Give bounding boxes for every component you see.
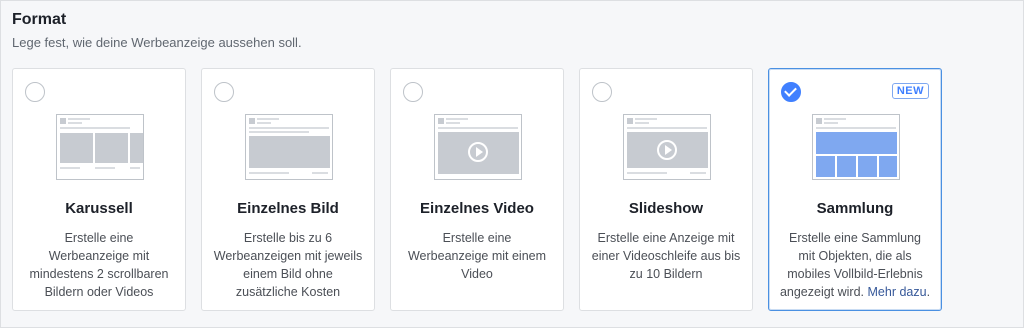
format-card-einzelnes-video[interactable]: Einzelnes Video Erstelle eine Werbeanzei… [390, 68, 564, 311]
new-badge: NEW [891, 83, 929, 99]
section-subtitle: Lege fest, wie deine Werbeanzeige ausseh… [12, 35, 302, 50]
format-card-einzelnes-bild[interactable]: Einzelnes Bild Erstelle bis zu 6 Werbean… [201, 68, 375, 311]
card-title: Karussell [65, 200, 133, 217]
card-description: Erstelle eine Werbeanzeige mit mindesten… [29, 231, 169, 299]
carousel-preview-icon [56, 114, 144, 180]
card-title: Einzelnes Bild [237, 200, 339, 217]
card-description: Erstelle bis zu 6 Werbeanzeigen mit jewe… [213, 231, 363, 299]
section-title: Format [12, 11, 67, 28]
card-description: Erstelle eine Anzeige mit einer Videosch… [591, 231, 741, 281]
radio-button[interactable] [214, 82, 234, 102]
video-preview-icon [434, 114, 522, 180]
format-options: Karussell Erstelle eine Werbeanzeige mit… [12, 68, 942, 311]
collection-preview-icon [812, 114, 900, 180]
play-icon [468, 142, 488, 162]
radio-button[interactable] [25, 82, 45, 102]
radio-button[interactable] [592, 82, 612, 102]
card-title: Einzelnes Video [420, 200, 534, 217]
card-title: Slideshow [628, 200, 704, 217]
image-preview-icon [245, 114, 333, 180]
card-description: Erstelle eine Sammlung mit Objekten, die… [779, 229, 931, 301]
format-card-sammlung[interactable]: NEW Sammlung Erstelle eine Sammlung mit … [768, 68, 942, 311]
card-description: Erstelle eine Werbeanzeige mit einem Vid… [407, 231, 547, 281]
learn-more-link[interactable]: Mehr dazu [868, 285, 927, 299]
link-suffix: . [926, 285, 931, 299]
play-icon [657, 140, 677, 160]
slideshow-preview-icon [623, 114, 711, 180]
radio-button[interactable] [403, 82, 423, 102]
card-title: Sammlung [816, 200, 894, 217]
checkmark-icon[interactable] [781, 82, 801, 102]
format-card-karussell[interactable]: Karussell Erstelle eine Werbeanzeige mit… [12, 68, 186, 311]
format-card-slideshow[interactable]: Slideshow Erstelle eine Anzeige mit eine… [579, 68, 753, 311]
format-panel: Format Lege fest, wie deine Werbeanzeige… [0, 0, 1024, 328]
